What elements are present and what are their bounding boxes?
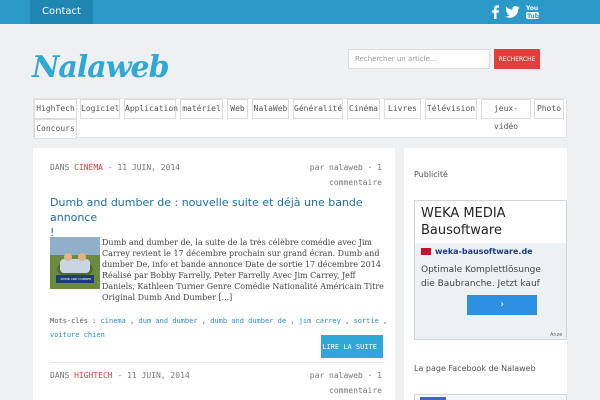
tag-link[interactable]: dumb and dumber de: [210, 317, 286, 325]
post-author: par nalaweb · 1 commentaire: [295, 368, 382, 398]
top-bar: Contact You Tube: [0, 0, 600, 24]
tag-link[interactable]: voiture chien: [50, 331, 105, 339]
ad-logo-icon: [421, 248, 431, 255]
contact-link[interactable]: Contact: [30, 0, 93, 24]
post-meta-prefix: DANS: [50, 371, 70, 380]
sidebar: Publicité WEKA MEDIA Bausoftware weka-ba…: [404, 148, 567, 400]
main-nav: HighTech Logiciel Application matériel W…: [33, 98, 567, 139]
post-comments-link[interactable]: commentaire: [295, 175, 382, 190]
site-logo[interactable]: Nalaweb: [32, 50, 170, 85]
nav-item-application[interactable]: Application: [124, 99, 178, 119]
ad-banner[interactable]: WEKA MEDIA Bausoftware weka-bausoftware.…: [414, 200, 567, 340]
tag-link[interactable]: sortie: [354, 317, 379, 325]
facebook-section-title: La page Facebook de Nalaweb: [414, 364, 536, 373]
excerpt-line: Original Dumb And Dumber [...]: [102, 293, 233, 302]
nav-item-web[interactable]: Web: [227, 99, 248, 119]
tag-link[interactable]: dum and dumber: [139, 317, 198, 325]
excerpt-line: Dumb and dumber de, la suite de la très …: [102, 238, 372, 247]
post-comments-link[interactable]: commentaire: [295, 383, 382, 398]
ad-text-line: die Baubranche. Jetzt kauf: [421, 279, 540, 289]
search-input[interactable]: [348, 49, 490, 69]
post-category-link[interactable]: HIGHTECH: [74, 371, 113, 380]
ad-section-title: Publicité: [414, 170, 448, 179]
search-button[interactable]: RECHERCHE: [494, 49, 540, 69]
nav-item-television[interactable]: Télévision: [425, 99, 477, 119]
nav-item-logiciel[interactable]: Logiciel: [80, 99, 120, 119]
post-title[interactable]: Dumb and dumber de : nouvelle suite et d…: [50, 195, 390, 240]
ad-badge: Anze: [550, 332, 563, 338]
facebook-icon[interactable]: [490, 5, 500, 19]
nav-item-jeux-video[interactable]: jeux-vidéo: [481, 99, 531, 131]
ad-body: weka-bausoftware.de Optimale Komplettlös…: [415, 243, 566, 339]
youtube-icon[interactable]: You Tube: [526, 4, 539, 19]
ad-header: WEKA MEDIA Bausoftware: [415, 201, 566, 243]
post-meta: DANS HIGHTECH - 11 JUIN, 2014: [50, 371, 190, 380]
nav-item-cinema[interactable]: Cinéma: [347, 99, 380, 119]
excerpt-line: Daniels, Kathleen Turner Genre Comédie N…: [102, 282, 384, 291]
post-divider: [50, 362, 383, 363]
post-thumbnail[interactable]: DUMB AND DUMBER: [50, 237, 100, 289]
nav-item-livres[interactable]: Livres: [384, 99, 421, 119]
post-title-line[interactable]: Dumb and dumber de : nouvelle suite et d…: [50, 195, 390, 225]
post-date: - 11 JUIN, 2014: [107, 163, 181, 172]
nav-item-concours[interactable]: Concours: [34, 119, 77, 139]
ad-text-line: Optimale Komplettlösunge: [421, 265, 541, 275]
post-author-line[interactable]: par nalaweb · 1: [295, 160, 382, 175]
ad-domain[interactable]: weka-bausoftware.de: [435, 247, 533, 256]
nav-item-photo[interactable]: Photo: [534, 99, 564, 119]
nav-item-materiel[interactable]: matériel: [180, 99, 223, 119]
nav-item-nalaweb[interactable]: NalaWeb: [252, 99, 289, 119]
ad-headline-line[interactable]: WEKA MEDIA: [421, 205, 506, 222]
nav-item-generalite[interactable]: Généralité: [293, 99, 343, 119]
excerpt-line: dumber De, info et bande annonce Date de…: [102, 260, 381, 269]
tag-link[interactable]: jim carrey: [299, 317, 341, 325]
facebook-widget[interactable]: [414, 394, 567, 400]
nav-item-hightech[interactable]: HighTech: [34, 99, 77, 119]
excerpt-line: Carrey revient le 17 décembre prochain s…: [102, 249, 380, 258]
post-list: DANS CINÉMA - 11 JUIN, 2014 par nalaweb …: [33, 148, 395, 400]
post-date: - 11 JUIN, 2014: [117, 371, 190, 380]
post-meta: DANS CINÉMA - 11 JUIN, 2014: [50, 163, 180, 172]
post-category-link[interactable]: CINÉMA: [74, 163, 103, 172]
twitter-icon[interactable]: [505, 6, 520, 18]
post-author: par nalaweb · 1 commentaire: [295, 160, 382, 190]
svg-text:Tube: Tube: [527, 13, 539, 19]
tags-label: Mots-clés :: [50, 317, 97, 325]
ad-text: Optimale Komplettlösunge die Baubranche.…: [421, 263, 566, 291]
poster-caption: DUMB AND DUMBER: [60, 277, 92, 281]
post-author-line[interactable]: par nalaweb · 1: [295, 368, 382, 383]
tag-link[interactable]: cinema: [101, 317, 126, 325]
ad-headline-line[interactable]: Bausoftware: [421, 222, 506, 239]
post-meta-prefix: DANS: [50, 163, 70, 172]
ad-cta-button[interactable]: ›: [467, 295, 537, 315]
svg-text:You: You: [526, 5, 538, 12]
post-excerpt: Dumb and dumber de, la suite de la très …: [102, 237, 387, 303]
excerpt-line: Réalisé par Bobby Farrelly, Peter Farrel…: [102, 271, 356, 280]
read-more-button[interactable]: LIRE LA SUITE: [321, 335, 383, 358]
ad-headline[interactable]: WEKA MEDIA Bausoftware: [421, 205, 506, 239]
